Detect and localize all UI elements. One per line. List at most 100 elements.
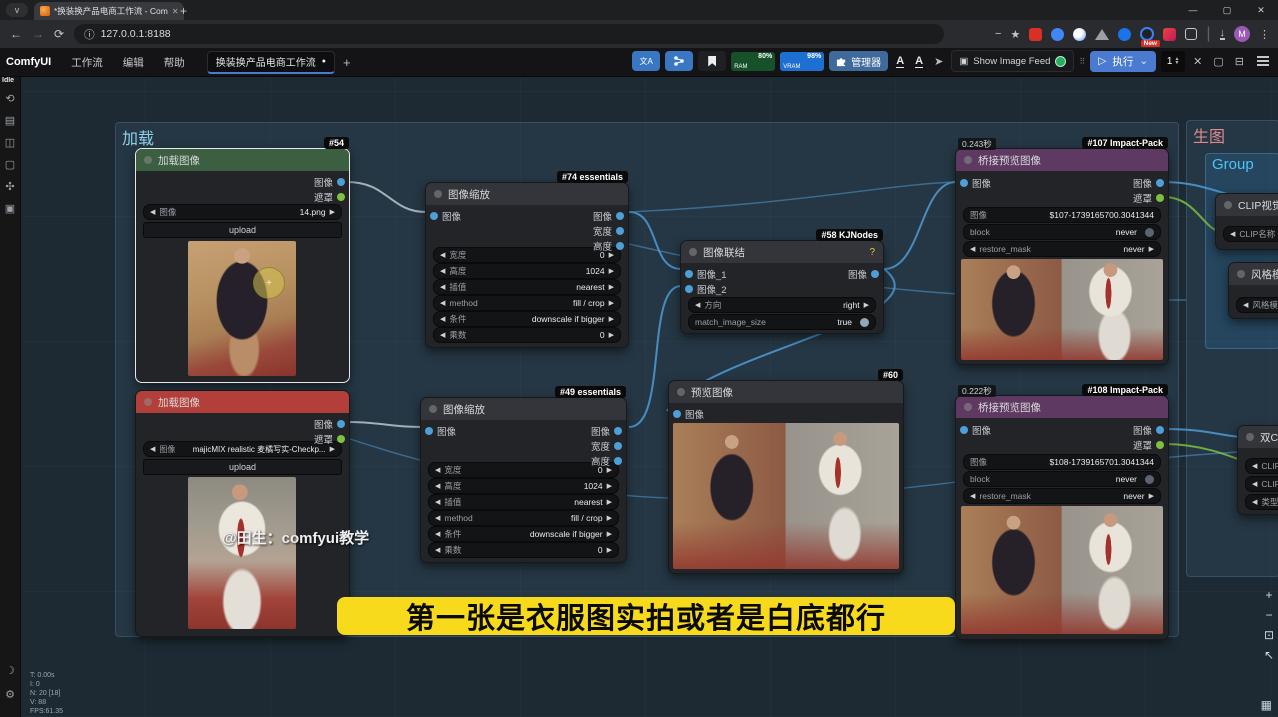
right-arrow-icon[interactable]: ▶ bbox=[1149, 493, 1154, 500]
output-image-port[interactable]: 图像 bbox=[591, 424, 622, 438]
port-dot-icon[interactable] bbox=[871, 270, 879, 278]
input-image-port[interactable]: 图像 bbox=[425, 424, 456, 438]
step-down-icon[interactable]: ▼ bbox=[1174, 61, 1179, 65]
port-dot-icon[interactable] bbox=[614, 427, 622, 435]
collapse-dot-icon[interactable] bbox=[964, 156, 972, 164]
menu-hamburger-icon[interactable] bbox=[1257, 60, 1269, 62]
menu-workflow[interactable]: 工作流 bbox=[71, 55, 103, 70]
output-image-port[interactable]: 图像 bbox=[1133, 423, 1164, 437]
node-load-image-2[interactable]: 加载图像 图像 遮罩 ◀图像majicMIX realistic 麦橘写实-Ch… bbox=[135, 390, 350, 637]
method-widget[interactable]: ◀methodfill / crop▶ bbox=[428, 510, 619, 526]
node-image-concat[interactable]: #58 KJNodes 图像联结? 图像_1 图像_2 图像 ◀方向right▶… bbox=[680, 240, 884, 334]
comfyui-logo[interactable]: ComfyUI bbox=[6, 56, 51, 68]
workflow-graph-icon[interactable] bbox=[665, 51, 693, 71]
node-header[interactable]: 图像缩放 bbox=[426, 183, 628, 205]
upload-button[interactable]: upload bbox=[143, 222, 342, 238]
port-dot-icon[interactable] bbox=[960, 179, 968, 187]
collapse-dot-icon[interactable] bbox=[689, 248, 697, 256]
right-arrow-icon[interactable]: ▶ bbox=[609, 332, 614, 339]
input-image-port[interactable]: 图像 bbox=[960, 176, 991, 190]
window-maximize-button[interactable]: ▢ bbox=[1210, 0, 1244, 20]
clip1-widget[interactable]: ◀CLIP1 bbox=[1245, 458, 1278, 474]
collapse-dot-icon[interactable] bbox=[1224, 201, 1232, 209]
run-options-chevron-icon[interactable]: ⌄ bbox=[1139, 55, 1148, 67]
extension-icon[interactable] bbox=[1073, 28, 1086, 41]
output-width-port[interactable]: 宽度 bbox=[593, 224, 624, 238]
output-height-port[interactable]: 高度 bbox=[593, 239, 624, 253]
right-arrow-icon[interactable]: ▶ bbox=[330, 446, 335, 453]
port-dot-icon[interactable] bbox=[337, 420, 345, 428]
match-size-toggle[interactable]: match_image_sizetrue bbox=[688, 314, 876, 330]
left-arrow-icon[interactable]: ◀ bbox=[1230, 231, 1235, 238]
left-arrow-icon[interactable]: ◀ bbox=[970, 493, 975, 500]
extension-icon[interactable] bbox=[1118, 28, 1131, 41]
output-width-port[interactable]: 宽度 bbox=[591, 439, 622, 453]
window-close-button[interactable]: ✕ bbox=[1244, 0, 1278, 20]
block-toggle[interactable]: blocknever bbox=[963, 471, 1161, 487]
input-image2-port[interactable]: 图像_2 bbox=[685, 282, 727, 296]
left-arrow-icon[interactable]: ◀ bbox=[1252, 463, 1257, 470]
left-arrow-icon[interactable]: ◀ bbox=[435, 531, 440, 538]
output-image-port[interactable]: 图像 bbox=[314, 417, 345, 431]
theme-moon-icon[interactable]: ☽ bbox=[0, 664, 20, 677]
zoom-in-button[interactable]: + bbox=[1264, 588, 1274, 602]
node-style-model-load[interactable]: 风格模型 ◀风格模型名 bbox=[1228, 262, 1278, 319]
left-arrow-icon[interactable]: ◀ bbox=[1252, 481, 1257, 488]
site-info-icon[interactable]: ⓘ bbox=[84, 27, 95, 42]
port-dot-icon[interactable] bbox=[337, 435, 345, 443]
fit-view-button[interactable]: ⊡ bbox=[1264, 628, 1274, 642]
right-arrow-icon[interactable]: ▶ bbox=[609, 268, 614, 275]
node-header[interactable]: CLIP视觉加 bbox=[1216, 194, 1278, 216]
input-image-port[interactable]: 图像 bbox=[430, 209, 461, 223]
select-mode-button[interactable]: ↖ bbox=[1264, 648, 1274, 662]
clip2-widget[interactable]: ◀CLIP2 bbox=[1245, 476, 1278, 492]
extension-icon[interactable] bbox=[1140, 27, 1154, 41]
condition-widget[interactable]: ◀条件downscale if bigger▶ bbox=[433, 311, 621, 327]
feed-toggle-knob[interactable] bbox=[1055, 56, 1066, 67]
bookmark-star-icon[interactable]: ★ bbox=[1010, 28, 1020, 41]
port-dot-icon[interactable] bbox=[1156, 179, 1164, 187]
toggle-knob-icon[interactable] bbox=[860, 318, 869, 327]
output-image-port[interactable]: 图像 bbox=[1133, 176, 1164, 190]
workflows-icon[interactable]: ▤ bbox=[0, 114, 20, 127]
port-dot-icon[interactable] bbox=[614, 457, 622, 465]
gallery-icon[interactable]: ▣ bbox=[0, 202, 20, 215]
toggle-knob-icon[interactable] bbox=[1145, 228, 1154, 237]
output-image-port[interactable]: 图像 bbox=[593, 209, 624, 223]
node-header[interactable]: 桥接预览图像 bbox=[956, 396, 1168, 418]
workflow-tab[interactable]: 换装换产品电商工作流 ● bbox=[207, 51, 335, 74]
left-arrow-icon[interactable]: ◀ bbox=[440, 284, 445, 291]
left-arrow-icon[interactable]: ◀ bbox=[435, 483, 440, 490]
image-id-widget[interactable]: 图像$108-1739165701.3041344 bbox=[963, 454, 1161, 470]
browser-tab[interactable]: *换装换产品电商工作流 - Com ✕ bbox=[34, 2, 184, 20]
right-arrow-icon[interactable]: ▶ bbox=[607, 515, 612, 522]
left-arrow-icon[interactable]: ◀ bbox=[1243, 302, 1248, 309]
collapse-dot-icon[interactable] bbox=[429, 405, 437, 413]
node-image-resize-2[interactable]: #49 essentials 图像缩放 图像 图像 宽度 高度 ◀宽度0▶ ◀高… bbox=[420, 397, 627, 563]
image-select-widget[interactable]: ◀图像majicMIX realistic 麦橘写实-Checkp...▶ bbox=[143, 441, 342, 457]
toggle-minimap-button[interactable]: ▦ bbox=[1261, 698, 1272, 712]
node-header[interactable]: 风格模型 bbox=[1229, 263, 1278, 285]
window-minimize-button[interactable]: — bbox=[1176, 0, 1210, 20]
restore-mask-widget[interactable]: ◀restore_masknever▶ bbox=[963, 241, 1161, 257]
port-dot-icon[interactable] bbox=[337, 178, 345, 186]
download-icon[interactable]: ↓ bbox=[1220, 28, 1226, 40]
url-bar[interactable]: ⓘ 127.0.0.1:8188 bbox=[74, 24, 944, 44]
batch-count-stepper[interactable]: 1▲▼ bbox=[1161, 51, 1185, 72]
bookmark-flag-icon[interactable] bbox=[698, 51, 726, 71]
tab-search-button[interactable]: v bbox=[6, 3, 28, 17]
zoom-indicator-icon[interactable]: − bbox=[995, 28, 1001, 40]
port-dot-icon[interactable] bbox=[960, 426, 968, 434]
left-arrow-icon[interactable]: ◀ bbox=[440, 332, 445, 339]
settings-gear-icon[interactable]: ⚙ bbox=[0, 688, 20, 701]
right-arrow-icon[interactable]: ▶ bbox=[609, 316, 614, 323]
right-arrow-icon[interactable]: ▶ bbox=[864, 302, 869, 309]
image-feed-toggle[interactable]: ▣Show Image Feed bbox=[951, 50, 1074, 72]
output-image-port[interactable]: 图像 bbox=[848, 267, 879, 281]
clip-name-widget[interactable]: ◀CLIP名称 bbox=[1223, 226, 1278, 242]
zoom-out-button[interactable]: − bbox=[1264, 608, 1274, 622]
node-load-image-1[interactable]: #54 加载图像 图像 遮罩 ◀图像14.png▶ upload bbox=[135, 148, 350, 383]
run-button[interactable]: ▷执行⌄ bbox=[1090, 51, 1156, 72]
left-arrow-icon[interactable]: ◀ bbox=[440, 316, 445, 323]
style-model-widget[interactable]: ◀风格模型名 bbox=[1236, 297, 1278, 313]
